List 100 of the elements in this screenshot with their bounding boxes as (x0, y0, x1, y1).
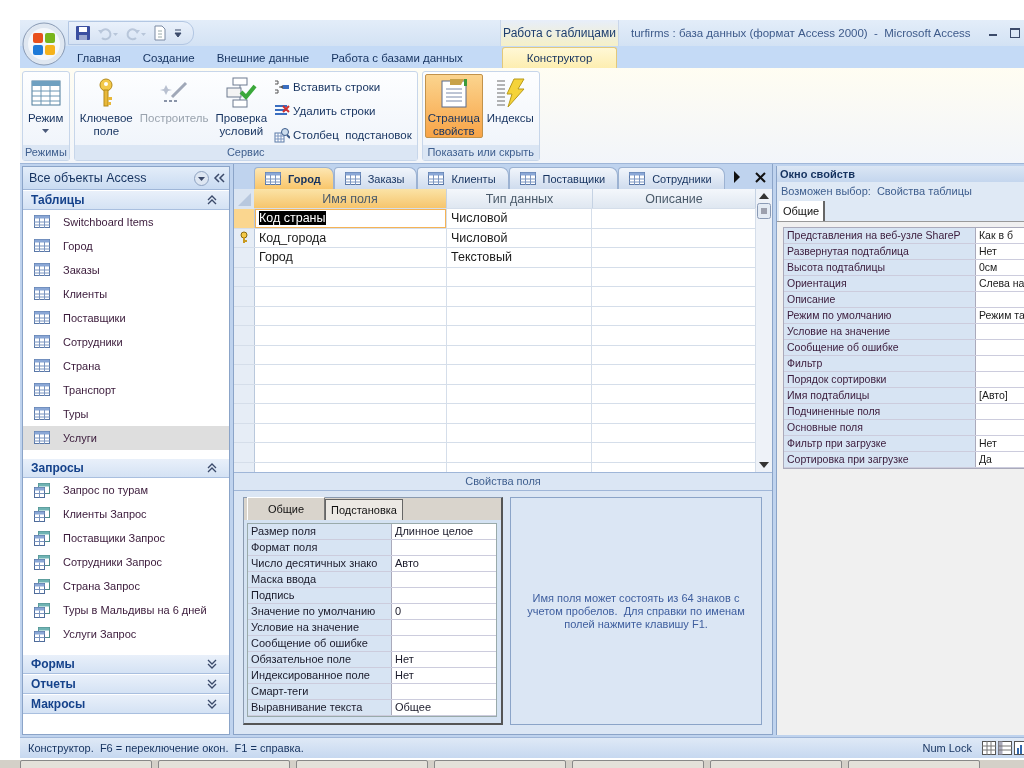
property-field[interactable]: Длинное целое (392, 524, 496, 539)
query-icon (34, 554, 50, 570)
row-selector[interactable] (234, 326, 255, 345)
nav-item[interactable]: Клиенты (23, 282, 229, 306)
property-field[interactable]: Общее (392, 700, 496, 715)
close-icon[interactable] (755, 172, 766, 183)
property-label: Режим по умолчанию (784, 308, 976, 323)
scroll-thumb[interactable] (757, 203, 771, 219)
group-header[interactable]: Отчеты (31, 677, 76, 691)
property-field[interactable]: Слева на (976, 276, 1024, 291)
nav-item[interactable]: Сотрудники (23, 330, 229, 354)
scroll-down-icon[interactable] (759, 462, 769, 468)
document-tab[interactable]: Поставщики (508, 167, 619, 189)
group-header[interactable]: Макросы (31, 697, 86, 711)
dropdown-icon[interactable] (194, 170, 209, 186)
tab[interactable]: Общие (779, 201, 826, 221)
document-tab[interactable]: Заказы (333, 167, 418, 189)
ribbon-button[interactable]: Удалить строки (271, 100, 415, 121)
row-selector[interactable] (234, 404, 255, 423)
nav-item[interactable]: Город (23, 234, 229, 258)
tab[interactable]: Общие (247, 497, 325, 520)
nav-item[interactable]: Сотрудники Запрос (23, 550, 229, 574)
ribbon-button[interactable]: Проверка условий (212, 74, 271, 138)
document-icon[interactable] (153, 25, 167, 41)
nav-item[interactable]: Запрос по турам (23, 478, 229, 502)
property-field[interactable]: Нет (392, 668, 496, 683)
ribbon-button[interactable]: Столбец подстановок (271, 124, 415, 145)
nav-item[interactable]: Поставщики (23, 306, 229, 330)
chart-view-icon[interactable] (1014, 741, 1024, 755)
scroll-up-icon[interactable] (759, 193, 769, 199)
nav-item[interactable]: Услуги (23, 426, 229, 450)
nav-item[interactable]: Транспорт (23, 378, 229, 402)
property-label: Имя подтаблицы (784, 388, 976, 403)
row-selector[interactable] (234, 287, 255, 306)
row-selector[interactable] (234, 443, 255, 462)
nav-item[interactable]: Услуги Запрос (23, 622, 229, 646)
property-field[interactable]: Да (976, 452, 1024, 467)
restore-icon[interactable] (1010, 28, 1020, 38)
column-header[interactable]: Тип данных (447, 189, 593, 208)
expand-icon[interactable] (207, 679, 217, 689)
save-icon[interactable] (75, 25, 91, 41)
property-field[interactable]: Нет (976, 244, 1024, 259)
property-field[interactable]: Нет (392, 652, 496, 667)
row-selector[interactable] (234, 248, 255, 267)
collapse-icon[interactable] (213, 173, 225, 183)
property-label: Маска ввода (248, 572, 392, 587)
tab[interactable]: Подстановка (325, 499, 403, 520)
row-selector[interactable] (234, 365, 255, 384)
nav-item[interactable]: Заказы (23, 258, 229, 282)
group-header[interactable]: Таблицы (31, 193, 85, 207)
table-cell[interactable]: Текстовый (451, 250, 512, 265)
nav-item[interactable]: Туры в Мальдивы на 6 дней (23, 598, 229, 622)
collapse-icon[interactable] (207, 195, 217, 205)
nav-item[interactable]: Поставщики Запрос (23, 526, 229, 550)
ribbon-button[interactable]: Страница свойств (424, 74, 483, 138)
ribbon-button[interactable]: Ключевое поле (76, 74, 136, 138)
select-all-corner[interactable] (234, 189, 254, 209)
collapse-icon[interactable] (207, 463, 217, 473)
expand-icon[interactable] (207, 699, 217, 709)
table-cell[interactable]: Код страны (259, 211, 326, 226)
document-tab[interactable]: Сотрудники (618, 167, 725, 189)
ribbon-tab[interactable]: Внешние данные (205, 48, 321, 68)
nav-item[interactable]: Клиенты Запрос (23, 502, 229, 526)
ribbon-button[interactable]: Индексы (483, 74, 537, 138)
property-field[interactable]: Авто (392, 556, 496, 571)
datasheet-view-icon[interactable] (982, 741, 996, 755)
nav-item[interactable]: Switchboard Items (23, 210, 229, 234)
document-tab[interactable]: Город (254, 167, 334, 189)
nav-item[interactable]: Страна (23, 354, 229, 378)
property-field[interactable]: Нет (976, 436, 1024, 451)
property-field[interactable]: 0см (976, 260, 1024, 275)
table-cell[interactable]: Город (259, 250, 293, 265)
row-selector[interactable] (234, 209, 255, 228)
ribbon-button[interactable]: Вставить строки (271, 76, 415, 97)
scroll-right-icon[interactable] (733, 171, 741, 183)
table-cell[interactable]: Код_города (259, 230, 327, 245)
help-text: Имя поля может состоять из 64 знаков с учетом пробелов. Для справки по именам полей нажмите клавишу F1. (526, 591, 746, 631)
property-field[interactable]: [Авто] (976, 388, 1024, 403)
table-icon (34, 286, 50, 302)
pivot-view-icon[interactable] (998, 741, 1012, 755)
ribbon-button[interactable]: Режим (25, 74, 67, 138)
nav-item[interactable]: Туры (23, 402, 229, 426)
property-label: Размер поля (248, 524, 392, 539)
property-field[interactable]: 0 (392, 604, 496, 619)
group-header[interactable]: Запросы (31, 461, 84, 475)
table-cell[interactable]: Числовой (451, 211, 508, 226)
nav-item[interactable]: Страна Запрос (23, 574, 229, 598)
ribbon-tab[interactable]: Главная (66, 48, 132, 68)
expand-icon[interactable] (207, 659, 217, 669)
column-header[interactable]: Имя поля (254, 189, 447, 208)
ribbon-tab[interactable]: Работа с базами данных (320, 48, 474, 68)
ribbon-tab[interactable]: Создание (131, 48, 206, 68)
property-field[interactable]: Режим та (976, 308, 1024, 323)
pane-title: Все объекты Access (29, 171, 148, 185)
ribbon-tab[interactable]: Конструктор (502, 47, 617, 68)
table-cell[interactable]: Числовой (451, 230, 508, 245)
scrollbar[interactable] (756, 189, 772, 472)
group-header[interactable]: Формы (31, 657, 75, 671)
property-field[interactable]: Как в б (976, 228, 1024, 243)
document-tab[interactable]: Клиенты (417, 167, 509, 189)
